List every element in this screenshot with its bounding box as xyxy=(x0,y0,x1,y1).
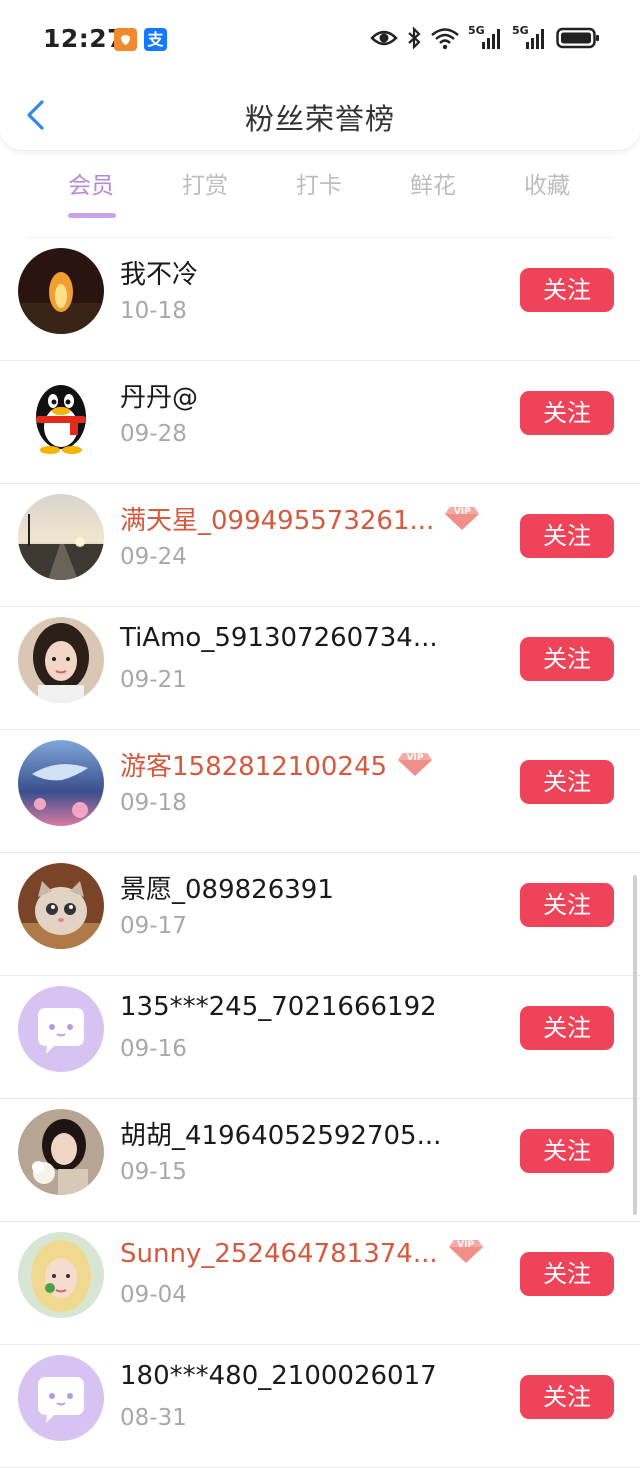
tab-reward[interactable]: 打赏 xyxy=(148,160,262,220)
page-title: 粉丝荣誉榜 xyxy=(244,102,395,136)
fan-name: 丹丹@ xyxy=(120,383,199,413)
fan-name-line: 我不冷 xyxy=(120,254,198,291)
tab-checkin[interactable]: 打卡 xyxy=(262,160,376,220)
fan-date: 09-24 xyxy=(120,544,187,570)
fan-name: TiAmo_591307260734... xyxy=(120,623,438,653)
fan-name-line: 满天星_099495573261... VIP xyxy=(120,500,480,538)
avatar[interactable] xyxy=(18,740,104,826)
avatar[interactable] xyxy=(18,371,104,457)
avatar[interactable] xyxy=(18,1232,104,1318)
fan-name-line: TiAmo_591307260734... xyxy=(120,623,438,653)
tab-favorites[interactable]: 收藏 xyxy=(490,160,604,220)
avatar[interactable] xyxy=(18,863,104,949)
fan-name: 游客1582812100245 xyxy=(120,752,388,782)
fan-date: 09-21 xyxy=(120,667,187,693)
avatar[interactable] xyxy=(18,1109,104,1195)
vip-badge-label: VIP xyxy=(457,1240,475,1250)
follow-button[interactable]: 关注 xyxy=(520,637,614,681)
fan-name-line: 游客1582812100245 VIP xyxy=(120,746,433,784)
follow-button[interactable]: 关注 xyxy=(520,391,614,435)
tab-bar: 会员 打赏 打卡 鲜花 收藏 xyxy=(34,160,606,220)
avatar[interactable] xyxy=(18,986,104,1072)
fan-date: 09-18 xyxy=(120,790,187,816)
fan-name-line: 胡胡_41964052592705... xyxy=(120,1115,441,1152)
fan-list: 我不冷 10-18 关注 丹丹@ 09-28 关注 满天星_099495573261... V… xyxy=(0,238,640,1468)
fan-name: 胡胡_41964052592705... xyxy=(120,1121,442,1151)
fan-row[interactable]: 胡胡_41964052592705... 09-15 关注 xyxy=(0,1099,640,1222)
follow-button[interactable]: 关注 xyxy=(520,883,614,927)
tab-active-indicator xyxy=(68,213,116,218)
battery-icon xyxy=(556,27,599,49)
bluetooth-icon xyxy=(408,26,421,50)
avatar[interactable] xyxy=(18,248,104,334)
wifi-icon xyxy=(431,28,459,50)
avatar[interactable] xyxy=(18,494,104,580)
signal-5g-icon: 5G xyxy=(512,24,548,50)
tab-label: 打赏 xyxy=(182,173,228,199)
follow-button[interactable]: 关注 xyxy=(520,760,614,804)
page-header: 粉丝荣誉榜 xyxy=(0,78,640,150)
fan-row[interactable]: 我不冷 10-18 关注 xyxy=(0,238,640,361)
vip-badge-icon: VIP xyxy=(444,505,480,538)
signal-5g-icon: 5G xyxy=(468,24,504,50)
fan-date: 10-18 xyxy=(120,298,187,324)
fan-name: 180***480_2100026017 xyxy=(120,1361,437,1391)
taobao-icon xyxy=(114,28,137,51)
fan-date: 09-15 xyxy=(120,1159,187,1185)
status-bar: 12:27 支 5G 5G xyxy=(0,0,640,78)
fan-date: 09-16 xyxy=(120,1036,187,1062)
fan-name: Sunny_252464781374... xyxy=(120,1239,438,1269)
vip-badge-icon: VIP xyxy=(448,1238,484,1271)
status-time: 12:27 xyxy=(43,24,126,53)
fan-name: 135***245_7021666192 xyxy=(120,992,437,1022)
eye-icon xyxy=(370,30,398,46)
fan-name: 满天星_099495573261... xyxy=(120,506,435,536)
fan-name-line: 景愿_089826391 xyxy=(120,869,334,906)
fan-name: 我不冷 xyxy=(120,260,199,290)
system-icons: 5G 5G xyxy=(370,24,600,50)
fan-name-line: 丹丹@ xyxy=(120,377,198,414)
fan-row[interactable]: 180***480_2100026017 08-31 关注 xyxy=(0,1345,640,1468)
fan-row[interactable]: 135***245_7021666192 09-16 关注 xyxy=(0,976,640,1099)
follow-button[interactable]: 关注 xyxy=(520,1006,614,1050)
avatar[interactable] xyxy=(18,1355,104,1441)
alipay-icon: 支 xyxy=(144,28,167,51)
fan-date: 09-04 xyxy=(120,1282,187,1308)
fan-row[interactable]: 景愿_089826391 09-17 关注 xyxy=(0,853,640,976)
fan-row[interactable]: 游客1582812100245 VIP 09-18 关注 xyxy=(0,730,640,853)
tab-flowers[interactable]: 鲜花 xyxy=(376,160,490,220)
vip-badge-label: VIP xyxy=(453,507,471,517)
tab-label: 会员 xyxy=(68,173,114,199)
vip-badge-icon: VIP xyxy=(397,751,433,784)
fan-row[interactable]: 满天星_099495573261... VIP 09-24 关注 xyxy=(0,484,640,607)
header-card: 12:27 支 5G 5G 粉丝荣誉榜 xyxy=(0,0,640,151)
follow-button[interactable]: 关注 xyxy=(520,1375,614,1419)
fan-row[interactable]: Sunny_252464781374... VIP 09-04 关注 xyxy=(0,1222,640,1345)
fan-date: 09-28 xyxy=(120,421,187,447)
follow-button[interactable]: 关注 xyxy=(520,1129,614,1173)
fan-name-line: 135***245_7021666192 xyxy=(120,992,437,1022)
fan-date: 09-17 xyxy=(120,913,187,939)
fan-name-line: 180***480_2100026017 xyxy=(120,1361,437,1391)
fan-name-line: Sunny_252464781374... VIP xyxy=(120,1238,484,1271)
tab-label: 收藏 xyxy=(524,173,570,199)
fan-name: 景愿_089826391 xyxy=(120,875,334,905)
tab-label: 鲜花 xyxy=(410,173,456,199)
tab-label: 打卡 xyxy=(296,173,342,199)
follow-button[interactable]: 关注 xyxy=(520,514,614,558)
follow-button[interactable]: 关注 xyxy=(520,268,614,312)
avatar[interactable] xyxy=(18,617,104,703)
fan-date: 08-31 xyxy=(120,1405,187,1431)
tab-member[interactable]: 会员 xyxy=(34,160,148,220)
fan-row[interactable]: 丹丹@ 09-28 关注 xyxy=(0,361,640,484)
scrollbar[interactable] xyxy=(633,875,637,1215)
vip-badge-label: VIP xyxy=(406,753,424,763)
fan-row[interactable]: TiAmo_591307260734... 09-21 关注 xyxy=(0,607,640,730)
follow-button[interactable]: 关注 xyxy=(520,1252,614,1296)
